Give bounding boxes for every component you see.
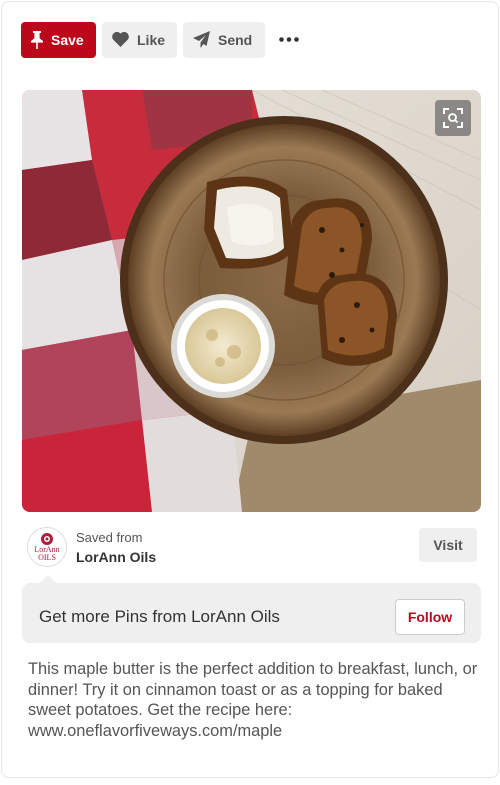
pin-card: Save Like Send LorAnn OILS Saved from Lo… <box>1 1 499 778</box>
lorann-oils-logo[interactable]: LorAnn OILS <box>27 527 67 567</box>
save-button[interactable]: Save <box>21 21 96 58</box>
pin-image[interactable] <box>22 90 481 512</box>
pin-source-row: LorAnn OILS Saved from LorAnn Oils Visit <box>27 525 477 569</box>
follow-button[interactable]: Follow <box>395 599 465 635</box>
follow-prompt-text: Get more Pins from LorAnn Oils <box>39 607 280 626</box>
like-button[interactable]: Like <box>102 21 177 58</box>
follow-prompt: Get more Pins from LorAnn Oils Follow <box>22 575 481 643</box>
more-options-button[interactable] <box>271 22 307 58</box>
like-label: Like <box>137 31 166 48</box>
callout-caret <box>40 575 56 583</box>
source-name-link[interactable]: LorAnn Oils <box>76 549 156 565</box>
pushpin-icon <box>31 30 43 49</box>
pin-toolbar: Save Like Send <box>21 21 307 58</box>
heart-icon <box>112 32 129 47</box>
paper-plane-icon <box>193 31 210 48</box>
logo-text-bottom: OILS <box>38 553 56 562</box>
visual-search-icon <box>443 108 463 128</box>
send-label: Send <box>218 31 253 48</box>
save-label: Save <box>51 31 84 48</box>
send-button[interactable]: Send <box>183 21 265 58</box>
saved-from-label: Saved from <box>76 530 143 545</box>
ellipsis-icon <box>279 37 299 42</box>
visit-button[interactable]: Visit <box>419 528 477 562</box>
pin-description: This maple butter is the perfect additio… <box>28 660 478 740</box>
maple-butter-toast-photo <box>22 90 481 512</box>
rose-icon <box>41 533 53 545</box>
visual-search-button[interactable] <box>435 100 471 136</box>
